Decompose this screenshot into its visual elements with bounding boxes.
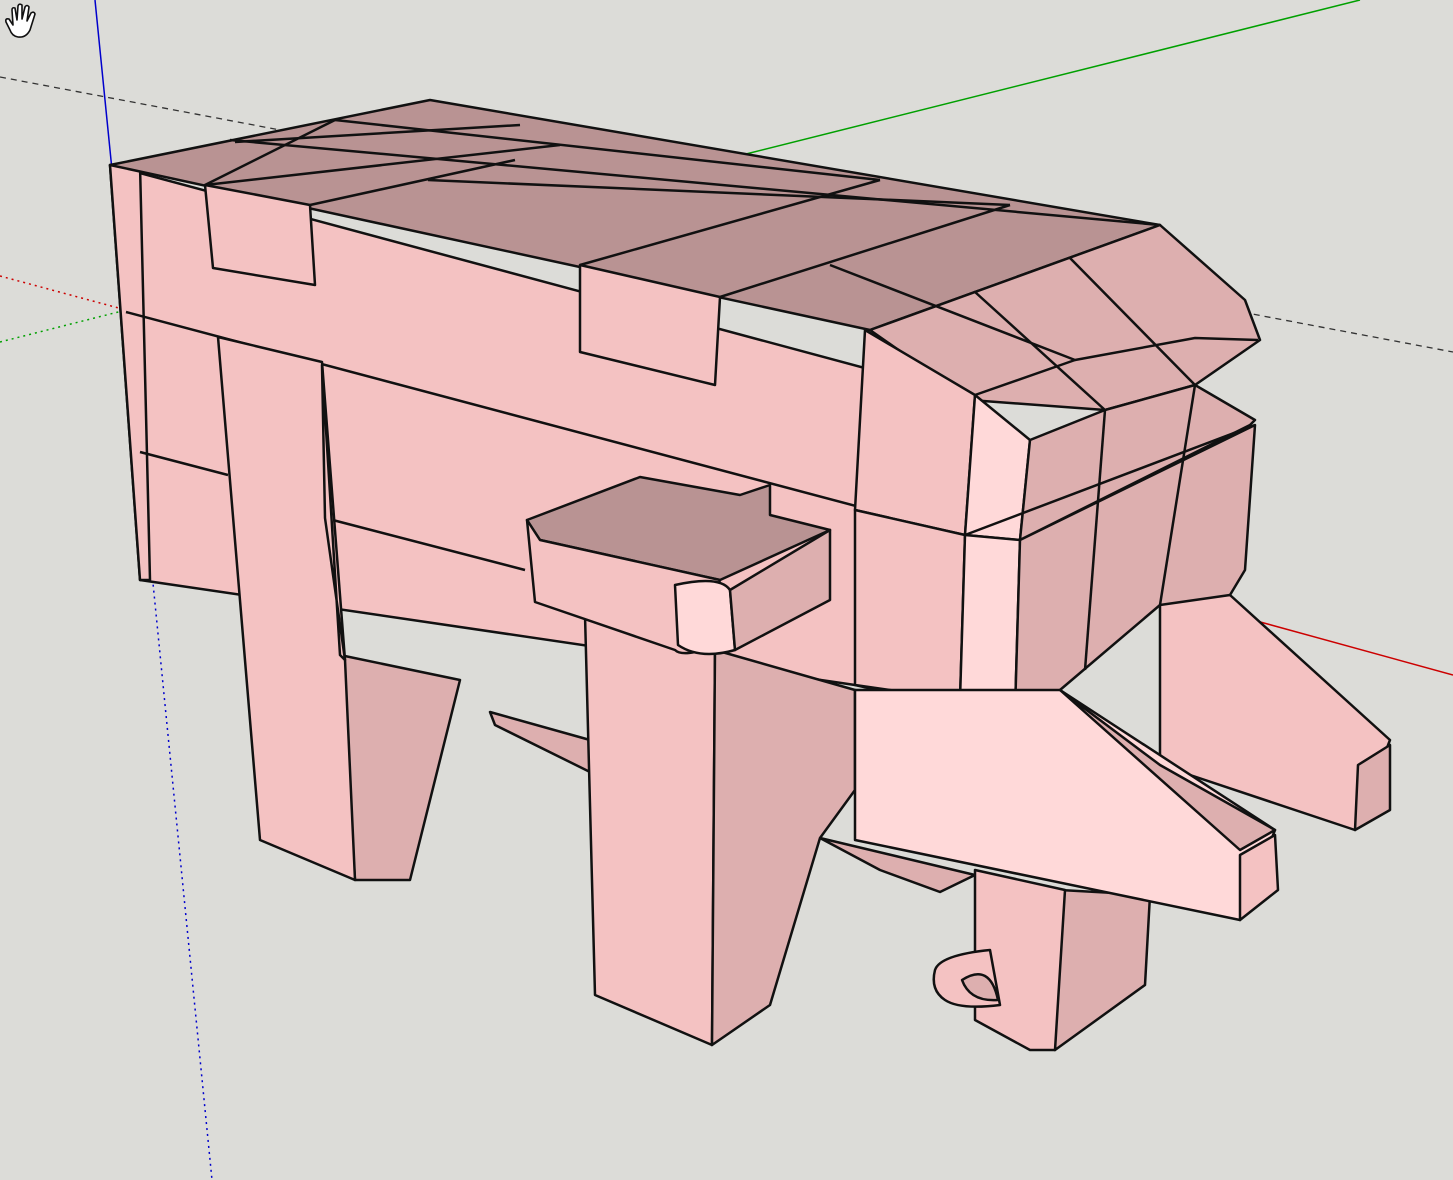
front-leg[interactable] <box>583 613 717 1047</box>
front-right-leg[interactable] <box>1053 888 1152 1052</box>
head-front-lower-light[interactable] <box>958 533 1022 714</box>
green-axis <box>745 0 1361 155</box>
pan-hand-icon <box>5 3 36 38</box>
head-lower-side[interactable] <box>853 508 967 702</box>
modeling-viewport[interactable] <box>0 0 1453 1180</box>
ear-corner <box>673 579 737 656</box>
scene-canvas[interactable] <box>0 0 1453 1180</box>
red-axis-negative <box>0 275 127 311</box>
pig-model[interactable] <box>108 98 1392 1052</box>
front-leg-side[interactable] <box>710 648 857 1047</box>
belly-shadow <box>488 710 592 774</box>
back-right-leg[interactable] <box>338 653 462 882</box>
head-front-light[interactable] <box>963 393 1032 542</box>
green-axis-negative <box>0 309 127 343</box>
